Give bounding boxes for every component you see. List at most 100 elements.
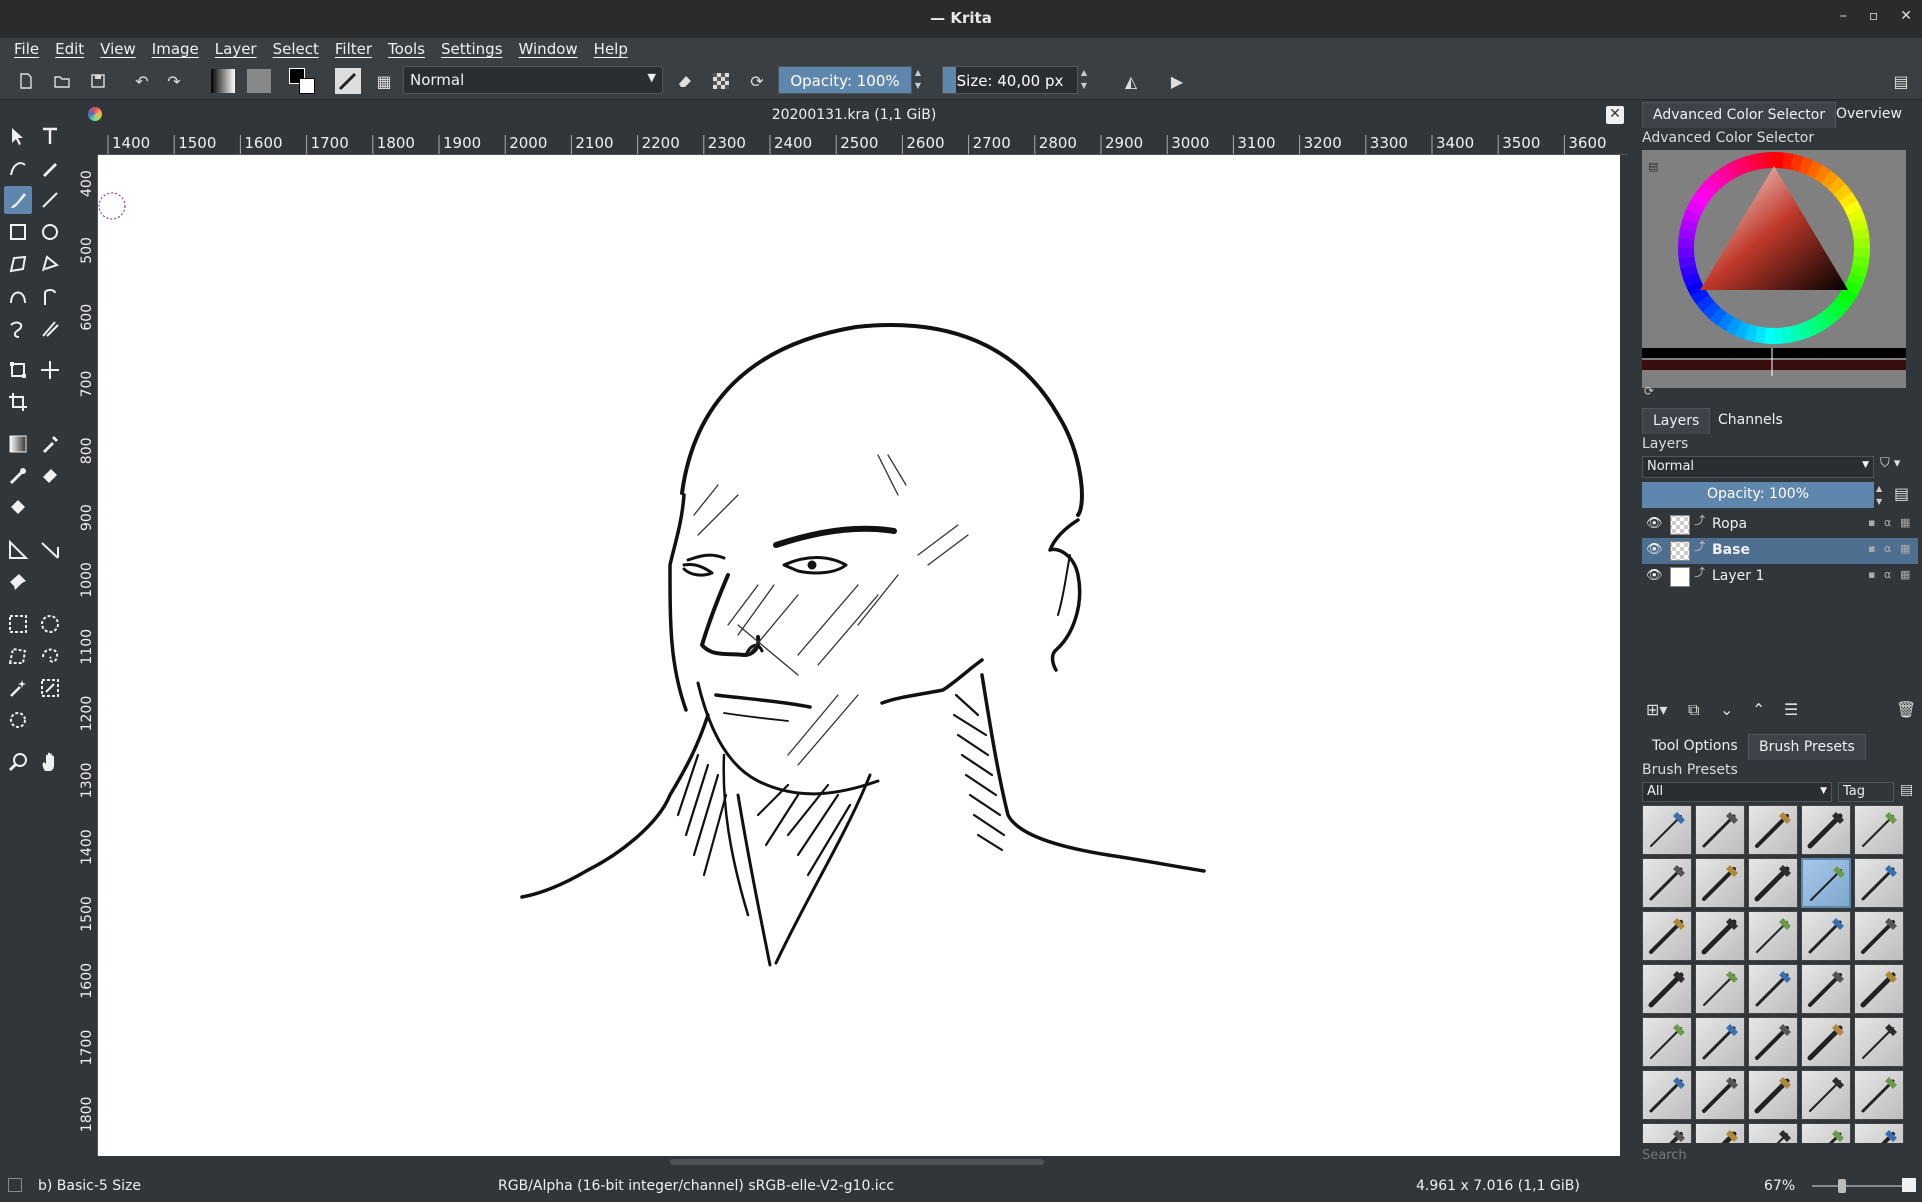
text-tool[interactable] bbox=[36, 122, 64, 150]
layer-opacity-slider[interactable]: Opacity: 100% bbox=[1642, 482, 1874, 508]
brush-preset-thumb[interactable] bbox=[1642, 805, 1692, 855]
brush-preset-thumb[interactable] bbox=[1695, 858, 1745, 908]
add-layer-icon[interactable]: ⊞▾ bbox=[1646, 700, 1667, 719]
menu-view[interactable]: View bbox=[94, 38, 142, 62]
edit-shapes-tool[interactable] bbox=[4, 154, 32, 182]
pattern-swatch[interactable] bbox=[246, 68, 272, 94]
close-document-icon[interactable]: ✕ bbox=[1606, 106, 1624, 124]
zoom-slider-handle[interactable] bbox=[1838, 1179, 1846, 1193]
brush-preset-thumb[interactable] bbox=[1695, 1017, 1745, 1067]
transform-tool[interactable] bbox=[4, 356, 32, 384]
drawing-canvas[interactable] bbox=[98, 155, 1620, 1156]
layer-row-selected[interactable]: 👁 ⤴ Base ▪ α ▦ bbox=[1642, 538, 1918, 564]
crop-tool[interactable] bbox=[4, 388, 32, 416]
horizontal-scrollbar[interactable] bbox=[98, 1156, 1620, 1168]
brush-preset-thumb[interactable] bbox=[1854, 1123, 1904, 1143]
fill-tool[interactable] bbox=[4, 494, 32, 522]
opacity-spin[interactable]: ▲ ▼ bbox=[912, 66, 924, 94]
polygonal-selection-tool[interactable] bbox=[4, 642, 32, 670]
similar-color-selection-tool[interactable] bbox=[36, 674, 64, 702]
menu-filter[interactable]: Filter bbox=[329, 38, 378, 62]
menu-settings[interactable]: Settings bbox=[435, 38, 509, 62]
freehand-selection-tool[interactable] bbox=[36, 642, 64, 670]
move-layer-down-icon[interactable]: ⌄ bbox=[1720, 700, 1733, 719]
zoom-slider[interactable] bbox=[1812, 1185, 1902, 1187]
brush-preset-thumb[interactable] bbox=[1748, 964, 1798, 1014]
preset-filter-select[interactable]: All ▼ bbox=[1642, 782, 1832, 802]
opacity-slider[interactable]: Opacity: 100% bbox=[778, 66, 912, 94]
layer-blend-mode-select[interactable]: Normal ▼ bbox=[1642, 456, 1874, 478]
lock-icon[interactable]: ▪ bbox=[1868, 516, 1875, 529]
pan-tool[interactable] bbox=[36, 748, 64, 776]
brush-preset-thumb[interactable] bbox=[1801, 1070, 1851, 1120]
menu-window[interactable]: Window bbox=[513, 38, 584, 62]
size-spin[interactable]: ▲ ▼ bbox=[1078, 66, 1090, 94]
visibility-eye-icon[interactable]: 👁 bbox=[1646, 516, 1663, 531]
preset-tag-button[interactable]: Tag bbox=[1838, 782, 1894, 802]
brush-preset-thumb[interactable] bbox=[1854, 1017, 1904, 1067]
polyline-tool[interactable] bbox=[36, 250, 64, 278]
blend-mode-select[interactable]: Normal ▼ bbox=[403, 66, 663, 94]
inherit-alpha-icon[interactable]: ▦ bbox=[1900, 568, 1910, 581]
layer-opacity-spin[interactable]: ▲ ▼ bbox=[1876, 482, 1888, 508]
tab-channels[interactable]: Channels bbox=[1708, 408, 1793, 434]
color-picker-tool[interactable] bbox=[36, 430, 64, 458]
open-document-icon[interactable] bbox=[50, 68, 74, 94]
line-tool[interactable] bbox=[36, 186, 64, 214]
brush-preset-thumb[interactable] bbox=[1748, 858, 1798, 908]
gradient-tool[interactable] bbox=[4, 430, 32, 458]
brush-preset-thumb[interactable] bbox=[1801, 1017, 1851, 1067]
color-selector-menu-icon[interactable]: ▤ bbox=[1648, 160, 1658, 173]
mirror-vertical-icon[interactable]: ▶ bbox=[1164, 68, 1190, 94]
brush-preset-thumb[interactable] bbox=[1748, 911, 1798, 961]
brush-settings-icon[interactable]: ▦ bbox=[372, 68, 396, 94]
brush-preset-thumb[interactable] bbox=[1854, 964, 1904, 1014]
lock-icon[interactable]: ▪ bbox=[1868, 542, 1875, 555]
brush-preset-thumb[interactable] bbox=[1695, 911, 1745, 961]
brush-preset-thumb[interactable] bbox=[1801, 805, 1851, 855]
move-layer-up-icon[interactable]: ⌃ bbox=[1752, 700, 1765, 719]
menu-help[interactable]: Help bbox=[588, 38, 634, 62]
preset-view-icon[interactable]: ▤ bbox=[1900, 782, 1913, 798]
alpha-lock-icon[interactable]: α bbox=[1884, 568, 1891, 581]
brush-preset-thumb[interactable] bbox=[1642, 1070, 1692, 1120]
tab-brush-presets[interactable]: Brush Presets bbox=[1748, 734, 1866, 760]
undo-icon[interactable]: ↶ bbox=[130, 68, 154, 94]
brush-preset-thumb[interactable] bbox=[1801, 911, 1851, 961]
elliptical-selection-tool[interactable] bbox=[36, 610, 64, 638]
menu-tools[interactable]: Tools bbox=[382, 38, 431, 62]
rectangular-selection-tool[interactable] bbox=[4, 610, 32, 638]
tab-advanced-color-selector[interactable]: Advanced Color Selector bbox=[1642, 102, 1837, 128]
polygon-tool[interactable] bbox=[4, 250, 32, 278]
brush-preset-thumb[interactable] bbox=[1748, 1070, 1798, 1120]
delete-layer-icon[interactable]: 🗑 bbox=[1896, 700, 1916, 719]
visibility-eye-icon[interactable]: 👁 bbox=[1646, 542, 1663, 557]
visibility-eye-icon[interactable]: 👁 bbox=[1646, 568, 1663, 583]
fg-bg-color-swatch[interactable] bbox=[288, 68, 318, 94]
bezier-selection-tool[interactable] bbox=[4, 706, 32, 734]
refresh-icon[interactable]: ⟳ bbox=[1644, 384, 1654, 398]
layer-filter-icon[interactable]: ⛉ ▾ bbox=[1880, 456, 1916, 478]
brush-preset-thumb[interactable] bbox=[1748, 1123, 1798, 1143]
alpha-lock-icon[interactable]: α bbox=[1884, 516, 1891, 529]
mirror-horizontal-icon[interactable]: ◭ bbox=[1118, 68, 1144, 94]
tab-tool-options[interactable]: Tool Options bbox=[1642, 734, 1748, 760]
layer-properties-icon[interactable]: ☰ bbox=[1784, 700, 1798, 719]
smart-patch-tool[interactable] bbox=[36, 462, 64, 490]
dynamic-brush-tool[interactable] bbox=[4, 314, 32, 342]
tab-layers[interactable]: Layers bbox=[1642, 408, 1711, 434]
pin-icon[interactable] bbox=[1902, 1178, 1916, 1192]
freehand-path-tool[interactable] bbox=[36, 282, 64, 310]
brush-preset-thumb[interactable] bbox=[1854, 805, 1904, 855]
preserve-alpha-icon[interactable] bbox=[708, 68, 734, 94]
menu-file[interactable]: File bbox=[8, 38, 45, 62]
redo-icon[interactable]: ↷ bbox=[162, 68, 186, 94]
brush-preset-thumb[interactable] bbox=[1695, 1123, 1745, 1143]
save-icon[interactable] bbox=[86, 68, 110, 94]
brush-preset-thumb[interactable] bbox=[1642, 911, 1692, 961]
inherit-alpha-icon[interactable]: ▦ bbox=[1900, 516, 1910, 529]
new-document-icon[interactable] bbox=[14, 68, 38, 94]
zoom-tool[interactable] bbox=[4, 748, 32, 776]
ellipse-tool[interactable] bbox=[36, 218, 64, 246]
document-tab[interactable]: 20200131.kra (1,1 GiB) ✕ bbox=[80, 103, 1628, 129]
